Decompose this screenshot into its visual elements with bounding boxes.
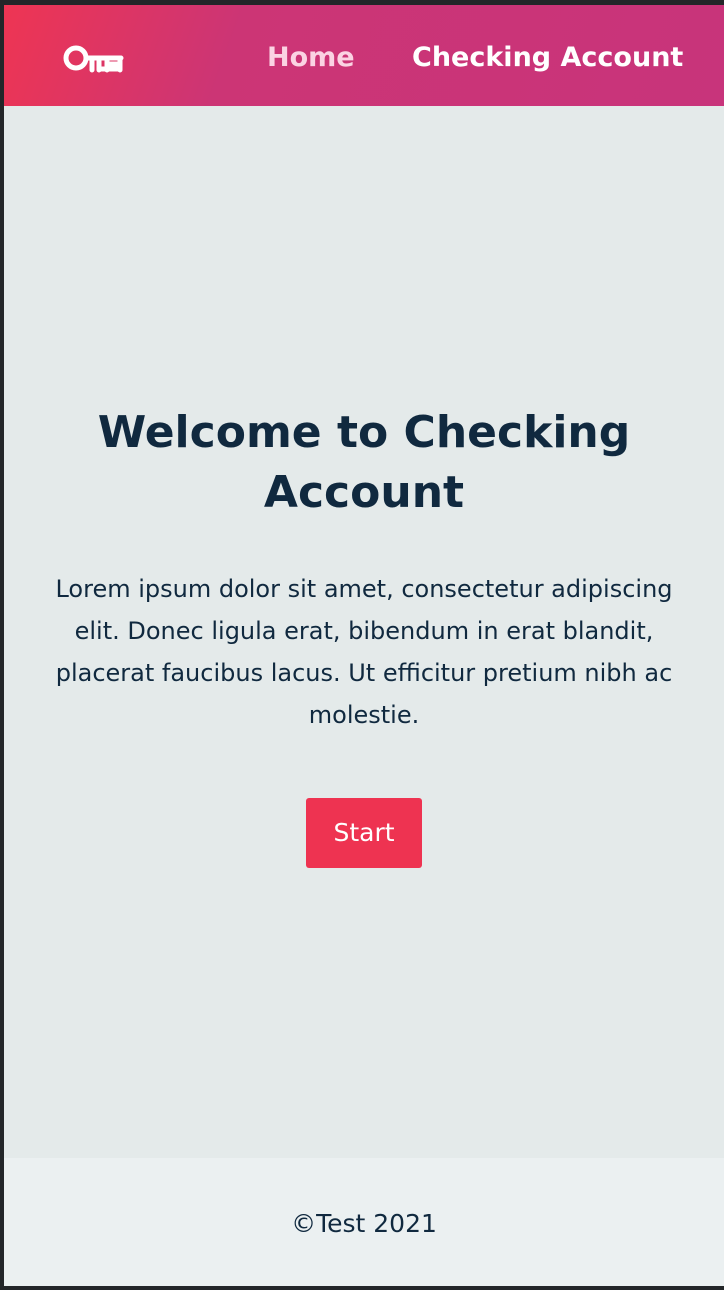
hero-section: Welcome to Checking Account Lorem ipsum … bbox=[4, 106, 724, 1158]
key-logo-icon-graphic bbox=[63, 45, 124, 73]
start-button[interactable]: Start bbox=[306, 798, 422, 868]
key-logo-icon[interactable] bbox=[63, 43, 127, 73]
nav-link-checking-account[interactable]: Checking Account bbox=[412, 38, 683, 78]
page-footer: ©Test 2021 bbox=[4, 1158, 724, 1286]
page-title: Welcome to Checking Account bbox=[97, 407, 631, 518]
hero-description: Lorem ipsum dolor sit amet, consectetur … bbox=[55, 575, 673, 729]
footer-copyright: ©Test 2021 bbox=[291, 1209, 437, 1238]
top-navbar: Home Checking Account bbox=[4, 5, 724, 106]
nav-link-home[interactable]: Home bbox=[267, 38, 355, 78]
app-window: Home Checking Account Welcome to Checkin… bbox=[4, 5, 724, 1286]
